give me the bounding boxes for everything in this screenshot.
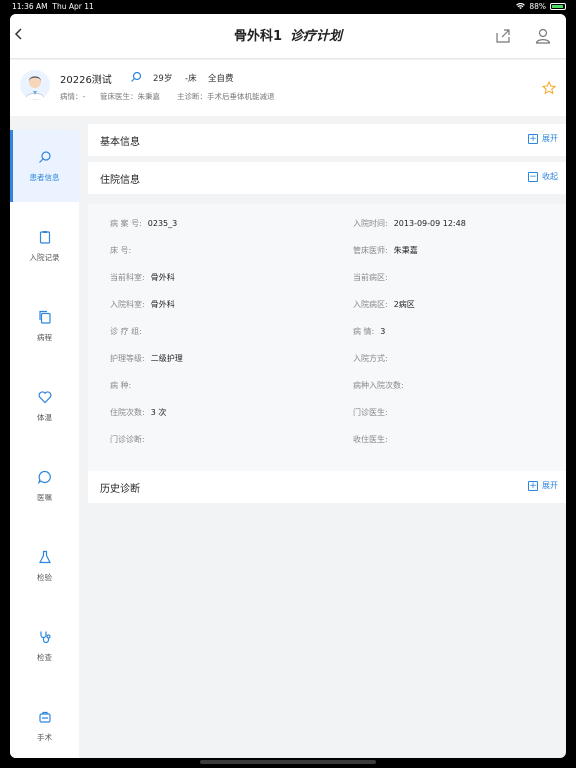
sidebar-item-admission-record[interactable]: 入院记录 [10, 210, 79, 282]
field-outpatient-diagnosis: 门诊诊断: [110, 435, 145, 444]
search-icon[interactable] [130, 71, 142, 83]
battery-icon [550, 3, 566, 10]
field-admission-count: 住院次数: 3 次 [110, 408, 167, 417]
patient-condition: 病情：- [60, 92, 86, 101]
battery-percent: 88% [529, 2, 546, 11]
minus-icon: − [528, 171, 538, 182]
panel-inpatient-info: 住院信息 − 收起 [88, 162, 566, 194]
copy-icon [39, 310, 51, 324]
sidebar-item-progress-notes[interactable]: 病程 [10, 290, 79, 362]
doctor-avatar-icon [24, 76, 46, 100]
patient-diagnosis: 主诊断：手术后垂体机能减退 [177, 92, 275, 101]
star-icon[interactable] [542, 81, 556, 95]
sidebar-item-label: 患者信息 [29, 173, 60, 182]
chat-icon [38, 470, 51, 484]
patient-bed: -床 [185, 74, 197, 84]
department-name: 骨外科1 [233, 29, 283, 44]
patient-doctor: 管床医生：朱秉嘉 [100, 92, 160, 101]
panel-basic-info: 基本信息 + 展开 [88, 124, 566, 156]
expand-button[interactable]: + 展开 [528, 480, 558, 491]
sidebar-item-surgery[interactable]: 手术 [10, 690, 79, 758]
field-treatment-group: 诊 疗 组: [110, 327, 142, 336]
field-admission-ward: 入院病区: 2病区 [353, 300, 415, 309]
field-nursing-level: 护理等级: 二级护理 [110, 354, 183, 363]
field-current-department: 当前科室: 骨外科 [110, 273, 175, 282]
field-disease-type: 病 种: [110, 381, 132, 390]
user-icon[interactable] [534, 27, 552, 45]
field-admission-department: 入院科室: 骨外科 [110, 300, 175, 309]
share-icon[interactable] [494, 27, 512, 45]
stethoscope-icon [40, 631, 51, 644]
sidebar-item-label: 体温 [37, 413, 52, 422]
patient-name: 20226测试 [60, 75, 112, 86]
patient-fee-type: 全自费 [208, 74, 234, 84]
patient-age: 29岁 [153, 74, 173, 84]
page-title: 骨外科1 诊疗计划 [10, 14, 566, 59]
app-window: 骨外科1 诊疗计划 20226测试 29岁 -床 全自费 病情：- 管床医生：朱秉… [10, 14, 566, 758]
field-admission-time: 入院时间: 2013-09-09 12:48 [353, 219, 466, 228]
plus-icon: + [528, 480, 538, 491]
field-admission-method: 入院方式: [353, 354, 388, 363]
navbar: 骨外科1 诊疗计划 [10, 14, 566, 59]
plus-icon: + [528, 133, 538, 144]
clipboard-icon [39, 231, 51, 244]
home-indicator[interactable] [200, 760, 376, 764]
sidebar-item-label: 检验 [37, 573, 52, 582]
field-bed-number: 床 号: [110, 246, 132, 255]
inpatient-details: 病 案 号: 0235_3 床 号: 当前科室: 骨外科 入院科室: 骨外科 诊 疗 … [88, 204, 566, 472]
field-outpatient-doctor: 门诊医生: [353, 408, 388, 417]
flask-icon [39, 550, 51, 564]
panel-history-diagnosis: 历史诊断 + 展开 [88, 471, 566, 503]
field-condition: 病 情: 3 [353, 327, 386, 336]
wifi-icon [516, 3, 526, 10]
expand-button[interactable]: + 展开 [528, 133, 558, 144]
field-disease-admission-count: 病种入院次数: [353, 381, 404, 390]
sidebar-item-examinations[interactable]: 检查 [10, 610, 79, 682]
field-current-ward: 当前病区: [353, 273, 388, 282]
field-admitting-doctor: 收住医生: [353, 435, 388, 444]
field-attending-doctor: 管床医师: 朱秉嘉 [353, 246, 418, 255]
sidebar-item-label: 病程 [37, 333, 52, 342]
sidebar-item-label: 医嘱 [37, 493, 52, 502]
patient-header: 20226测试 29岁 -床 全自费 病情：- 管床医生：朱秉嘉 主诊断：手术后… [10, 60, 566, 116]
collapse-button[interactable]: − 收起 [528, 171, 558, 182]
heart-icon [38, 391, 52, 404]
sidebar-item-label: 检查 [37, 653, 52, 662]
sidebar-item-orders[interactable]: 医嘱 [10, 450, 79, 522]
panel-title: 住院信息 [100, 175, 140, 186]
page-subtitle: 诊疗计划 [290, 29, 343, 44]
sidebar-item-temperature[interactable]: 体温 [10, 370, 79, 442]
search-icon [39, 151, 51, 163]
panel-title: 基本信息 [100, 137, 140, 148]
sidebar: 患者信息 入院记录 病程 体温 医嘱 检验 检查 手术 [10, 130, 79, 758]
sidebar-item-label: 入院记录 [29, 253, 60, 262]
status-bar: 11:36 AM Thu Apr 11 88% [0, 0, 576, 14]
bag-icon [39, 711, 51, 723]
field-case-number: 病 案 号: 0235_3 [110, 219, 178, 228]
panel-title: 历史诊断 [100, 484, 140, 495]
avatar [20, 70, 50, 100]
status-right: 88% [516, 2, 566, 11]
sidebar-item-lab-tests[interactable]: 检验 [10, 530, 79, 602]
sidebar-item-label: 手术 [37, 733, 52, 742]
sidebar-item-patient-info[interactable]: 患者信息 [10, 130, 79, 202]
status-time: 11:36 AM Thu Apr 11 [12, 2, 94, 11]
